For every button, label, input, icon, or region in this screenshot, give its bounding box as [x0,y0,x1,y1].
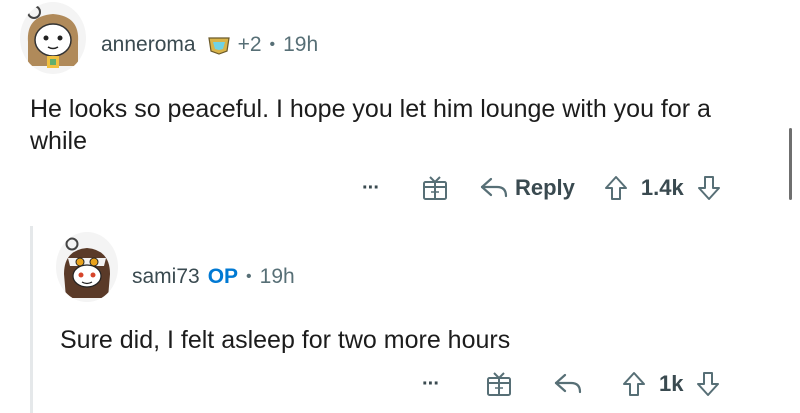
username[interactable]: anneroma [101,33,196,57]
reply-button[interactable]: Reply [479,175,575,201]
avatar[interactable] [56,232,118,302]
comment-meta: sami73 OP • 19h [132,263,295,291]
timestamp: 19h [259,265,295,288]
username[interactable]: sami73 [132,265,200,289]
scrollbar[interactable] [789,128,792,200]
avatar[interactable] [20,2,86,74]
reply-arrow-icon[interactable] [553,371,583,397]
avatar-illustration-icon [64,237,110,298]
comment-meta: anneroma +2 • 19h [101,31,318,59]
upvote-icon[interactable] [603,174,629,202]
comment-body: Sure did, I felt asleep for two more hou… [60,326,511,354]
op-badge: OP [207,265,239,288]
more-options-button[interactable]: ··· [362,177,380,200]
downvote-icon[interactable] [696,174,722,202]
reply-arrow-icon [479,175,509,201]
comment-action-bar: ··· 1k [422,368,721,400]
comment-action-bar: ··· Reply 1.4k [362,172,722,204]
reply-label: Reply [514,175,575,200]
avatar-illustration-icon [27,5,79,68]
thread-line[interactable] [30,226,33,413]
separator-dot: • [246,268,252,285]
vote-score: 1k [658,371,684,396]
upvote-icon[interactable] [621,370,647,398]
more-options-button[interactable]: ··· [422,373,440,396]
separator-dot: • [269,36,276,53]
timestamp: 19h [283,33,319,56]
award-count[interactable]: +2 [238,33,262,57]
award-icon[interactable] [206,34,232,56]
gift-award-icon[interactable] [421,174,449,202]
downvote-icon[interactable] [695,370,721,398]
vote-score: 1.4k [640,175,684,200]
comment-body: He looks so peaceful. I hope you let him… [30,95,711,155]
gift-award-icon[interactable] [485,370,513,398]
